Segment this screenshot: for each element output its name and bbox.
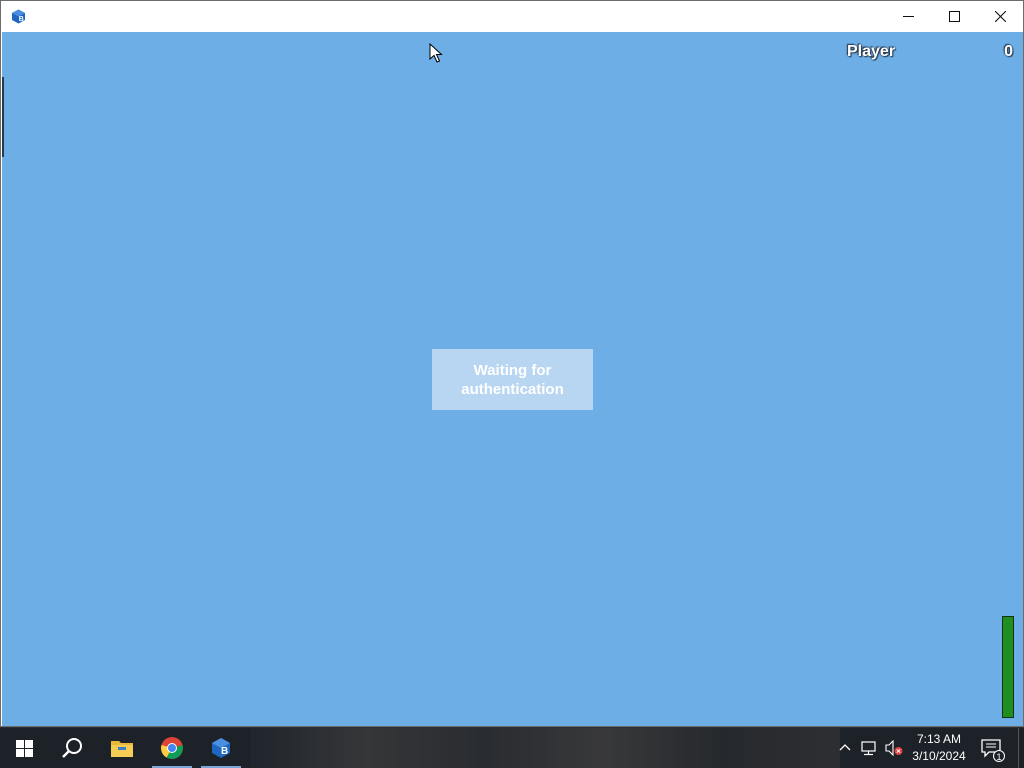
windows-logo-icon [15, 739, 33, 757]
auth-message: Waiting for authentication [461, 361, 564, 398]
close-icon [994, 11, 1006, 22]
svg-text:B: B [221, 746, 228, 757]
taskbar: B 7:13 AM 3/10/2024 1 [0, 728, 1024, 768]
search-icon [62, 738, 82, 758]
health-bar-fill [1003, 617, 1013, 717]
mouse-cursor-icon [429, 43, 443, 63]
folder-icon [111, 741, 133, 757]
maximize-icon [948, 11, 960, 22]
health-bar [1002, 616, 1014, 718]
notification-count-badge: 1 [993, 750, 1005, 762]
chevron-up-icon[interactable] [838, 740, 852, 754]
title-bar[interactable]: B [1, 1, 1023, 32]
minimize-button[interactable] [885, 1, 931, 32]
game-canvas[interactable]: Player 0 Waiting for authentication [2, 32, 1023, 726]
app-cube-icon: B [212, 738, 230, 758]
auth-status-box: Waiting for authentication [432, 349, 593, 410]
clock-date: 3/10/2024 [912, 749, 966, 763]
show-desktop-button[interactable] [1018, 728, 1024, 768]
network-icon[interactable] [861, 740, 879, 756]
maximize-button[interactable] [931, 1, 977, 32]
file-explorer-button[interactable] [98, 728, 146, 768]
start-button[interactable] [0, 728, 48, 768]
system-clock[interactable]: 7:13 AM 3/10/2024 [905, 731, 973, 765]
game-app-button[interactable]: B [197, 728, 245, 768]
minimize-icon [902, 16, 914, 17]
chrome-button[interactable] [148, 728, 196, 768]
close-button[interactable] [977, 1, 1023, 32]
score-value: 0 [1004, 43, 1013, 60]
svg-text:B: B [19, 16, 24, 23]
chrome-icon [161, 737, 183, 759]
app-cube-icon: B [11, 9, 26, 24]
volume-muted-icon[interactable] [885, 740, 903, 756]
taskbar-wallpaper [250, 728, 840, 768]
clock-time: 7:13 AM [916, 732, 962, 746]
search-button[interactable] [48, 728, 96, 768]
left-edge-strip [2, 77, 4, 157]
game-window: B Player 0 Waiting for authentication [0, 0, 1024, 727]
player-label: Player [847, 43, 896, 60]
